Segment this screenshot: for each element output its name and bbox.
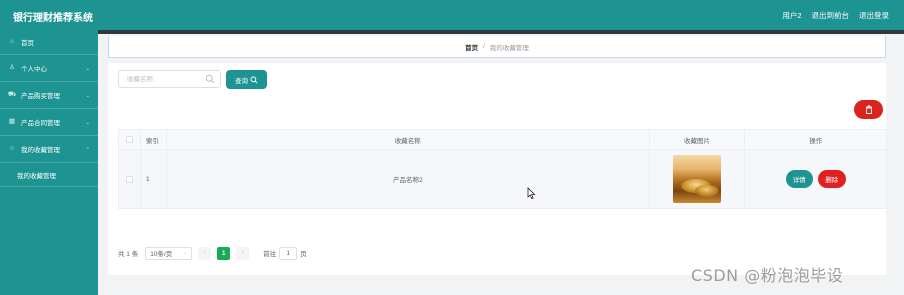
breadcrumb-separator: / [483,43,485,50]
detail-button[interactable]: 详情 [785,170,813,188]
total-count: 共 1 条 [118,251,139,258]
header-image: 收藏图片 [650,130,746,149]
user-icon: ♙ [9,64,15,71]
sidebar-item-purchase[interactable]: ⛟ 产品购买管理 ⌄ [0,82,98,109]
chevron-left-icon: ‹ [203,250,206,256]
sidebar-item-personal-center[interactable]: ♙ 个人中心 ⌄ [0,55,98,82]
next-page-button[interactable]: › [236,246,250,260]
sidebar-item-contract[interactable]: ▦ 产品合同管理 ⌄ [0,109,98,136]
star-icon: ☆ [9,145,15,152]
chevron-up-icon: ⌃ [85,147,90,153]
search-input[interactable] [127,75,207,83]
batch-delete-button[interactable] [854,100,883,119]
chevron-down-icon: ⌄ [85,66,90,72]
favorite-image [673,155,721,203]
sidebar-item-label: 个人中心 [21,66,47,73]
prev-page-button[interactable]: ‹ [198,246,212,260]
cart-icon: ⛟ [8,91,17,98]
search-icon [250,75,258,83]
row-checkbox[interactable] [125,175,133,183]
row-actions: 详情 删除 [745,150,886,208]
row-index: 1 [141,150,167,208]
app-title: 银行理财推荐系统 [13,13,93,24]
page-size-value: 10条/页 [150,251,173,258]
breadcrumb: 首页 / 我的收藏管理 [108,36,886,58]
search-field[interactable] [118,70,221,88]
select-all-checkbox[interactable] [125,136,133,143]
sidebar: ⌂ 首页 ♙ 个人中心 ⌄ ⛟ 产品购买管理 ⌄ ▦ 产品合同管理 ⌄ ☆ 我的… [0,30,98,295]
sidebar-item-label: 产品合同管理 [21,120,60,127]
page-size-select[interactable]: 10条/页 ⌄ [145,246,193,260]
sidebar-item-label: 我的收藏管理 [21,147,60,154]
sidebar-item-label: 首页 [21,40,34,47]
breadcrumb-current: 我的收藏管理 [489,44,529,52]
grid-icon: ▦ [8,118,16,125]
content-panel: 查询 索引 收藏名称 收藏图片 操作 [108,63,887,275]
select-all-cell [119,130,141,149]
query-button[interactable]: 查询 [226,70,267,89]
trash-icon [865,105,872,114]
query-button-label: 查询 [235,77,248,85]
coin-shape [695,185,719,197]
mouse-cursor-icon [527,187,536,200]
back-to-front-link[interactable]: 退出到前台 [812,10,850,21]
main-content: 首页 / 我的收藏管理 查询 [98,34,904,295]
favorites-table: 索引 收藏名称 收藏图片 操作 1 产品名称2 详情 删除 [118,129,887,209]
user-name[interactable]: 用户2 [782,10,801,21]
chevron-down-icon: ⌄ [85,120,90,126]
row-name: 产品名称2 [167,150,650,208]
row-image-cell [650,150,746,208]
sidebar-item-label: 产品购买管理 [21,93,60,100]
delete-button[interactable]: 删除 [817,170,846,188]
table-row: 1 产品名称2 详情 删除 [119,150,886,208]
row-select-cell [119,150,141,208]
watermark: CSDN @粉泡泡毕设 [691,266,844,285]
search-icon [205,74,215,84]
chevron-down-icon: ⌄ [183,250,188,256]
sidebar-item-favorites[interactable]: ☆ 我的收藏管理 ⌃ [0,136,98,163]
sidebar-item-home[interactable]: ⌂ 首页 [0,30,98,55]
top-bar: 银行理财推荐系统 用户2 退出到前台 退出登录 [0,0,904,30]
sidebar-subitem-favorites[interactable]: 我的收藏管理 [0,163,98,187]
page-number-1[interactable]: 1 [217,246,231,260]
goto-suffix: 页 [300,251,307,258]
home-icon: ⌂ [10,38,14,45]
goto-page: 前往 页 [263,246,307,260]
goto-prefix: 前往 [263,251,277,258]
header-name: 收藏名称 [167,130,650,149]
goto-page-input[interactable] [279,246,298,260]
logout-link[interactable]: 退出登录 [859,10,889,21]
chevron-down-icon: ⌄ [85,93,90,99]
chevron-right-icon: › [241,250,244,256]
breadcrumb-home[interactable]: 首页 [465,42,478,52]
header-index: 索引 [141,130,167,149]
header-actions: 用户2 退出到前台 退出登录 [782,10,889,21]
header-actions: 操作 [809,137,823,145]
pagination: 共 1 条 10条/页 ⌄ ‹ 1 › 前往 页 [118,246,307,260]
table-header: 索引 收藏名称 收藏图片 操作 [119,130,886,150]
